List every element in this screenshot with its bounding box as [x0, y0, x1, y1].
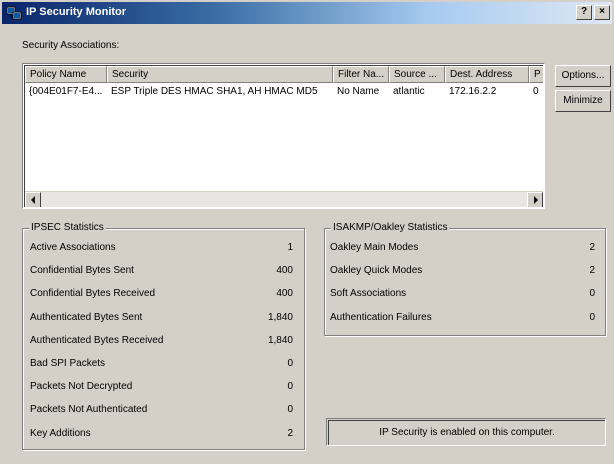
- cell-filter-name: No Name: [337, 86, 380, 97]
- isakmp-stat-label: Authentication Failures: [330, 311, 432, 323]
- ipsec-stat-label: Active Associations: [30, 242, 116, 253]
- minimize-button[interactable]: Minimize: [555, 90, 611, 112]
- cell-dest-address: 172.16.2.2: [449, 86, 497, 97]
- ipsec-stat-label: Confidential Bytes Sent: [30, 265, 134, 277]
- isakmp-stat-row: Oakley Main Modes 2: [330, 242, 595, 256]
- ipsec-stat-row: Confidential Bytes Sent 400: [30, 265, 293, 279]
- table-row[interactable]: {004E01F7-E4... ESP Triple DES HMAC SHA1…: [25, 85, 543, 100]
- isakmp-stat-value: 0: [589, 311, 595, 323]
- isakmp-stat-row: Oakley Quick Modes 2: [330, 265, 595, 279]
- isakmp-stat-value: 0: [589, 288, 595, 300]
- isakmp-stat-label: Oakley Main Modes: [330, 242, 419, 253]
- ipsec-stat-value: 0: [287, 381, 293, 393]
- ipsec-stat-row: Packets Not Decrypted 0: [30, 381, 293, 395]
- ipsec-stat-value: 1: [287, 242, 293, 253]
- ipsec-stat-row: Confidential Bytes Received 400: [30, 288, 293, 302]
- cell-security: ESP Triple DES HMAC SHA1, AH HMAC MD5: [111, 86, 318, 97]
- isakmp-stat-label: Oakley Quick Modes: [330, 265, 423, 277]
- status-text: IP Security is enabled on this computer.: [328, 420, 605, 445]
- ipsec-stat-row: Active Associations 1: [30, 242, 293, 256]
- scroll-right-button[interactable]: [527, 192, 543, 207]
- cell-policy-name: {004E01F7-E4...: [29, 86, 103, 97]
- security-associations-label: Security Associations:: [22, 40, 120, 51]
- column-filter-name[interactable]: Filter Na...: [333, 66, 389, 83]
- ipsec-stat-label: Bad SPI Packets: [30, 358, 106, 369]
- isakmp-statistics-title: ISAKMP/Oakley Statistics: [331, 222, 450, 233]
- arrow-left-icon: [31, 196, 35, 204]
- column-security[interactable]: Security: [107, 66, 333, 83]
- ipsec-stat-value: 400: [276, 288, 293, 300]
- column-source[interactable]: Source ...: [389, 66, 445, 83]
- column-p[interactable]: P: [529, 66, 543, 83]
- security-associations-list[interactable]: Policy Name Security Filter Na... Source…: [22, 63, 545, 209]
- ipsec-stat-label: Authenticated Bytes Received: [30, 334, 164, 346]
- cell-source: atlantic: [393, 86, 425, 97]
- window-title: IP Security Monitor: [26, 6, 127, 18]
- column-policy-name[interactable]: Policy Name: [25, 66, 107, 83]
- isakmp-stat-value: 2: [589, 265, 595, 277]
- ipsec-stat-row: Authenticated Bytes Received 1,840: [30, 335, 293, 349]
- list-header: Policy Name Security Filter Na... Source…: [25, 66, 543, 83]
- ipsec-stat-label: Authenticated Bytes Sent: [30, 311, 143, 323]
- isakmp-stat-value: 2: [589, 242, 595, 253]
- ipsec-stat-value: 2: [287, 427, 293, 439]
- ipsec-stat-value: 0: [287, 358, 293, 369]
- scroll-left-button[interactable]: [25, 192, 41, 207]
- ipsec-stat-row: Packets Not Authenticated 0: [30, 404, 293, 418]
- ipsec-stat-label: Packets Not Authenticated: [30, 404, 148, 416]
- close-button[interactable]: ×: [594, 5, 610, 20]
- ipsec-stat-value: 1,840: [267, 311, 293, 323]
- column-dest-address[interactable]: Dest. Address: [445, 66, 529, 83]
- help-button[interactable]: ?: [576, 5, 592, 20]
- ipsec-stat-row: Bad SPI Packets 0: [30, 358, 293, 372]
- title-bar[interactable]: IP Security Monitor ? ×: [2, 2, 612, 24]
- ipsec-stat-value: 0: [287, 404, 293, 416]
- horizontal-scrollbar[interactable]: [25, 191, 543, 207]
- app-icon: [6, 6, 22, 20]
- ipsec-stat-label: Confidential Bytes Received: [30, 288, 156, 300]
- status-panel: IP Security is enabled on this computer.: [326, 418, 606, 446]
- arrow-right-icon: [534, 196, 538, 204]
- ipsec-stat-value: 1,840: [267, 334, 293, 346]
- ipsec-stat-row: Key Additions 2: [30, 428, 293, 442]
- ipsec-stat-row: Authenticated Bytes Sent 1,840: [30, 312, 293, 326]
- ipsec-stat-label: Key Additions: [30, 427, 91, 439]
- ip-security-monitor-window: IP Security Monitor ? × Security Associa…: [0, 0, 614, 464]
- isakmp-stat-row: Soft Associations 0: [330, 288, 595, 302]
- options-button[interactable]: Options...: [555, 65, 611, 87]
- isakmp-stat-row: Authentication Failures 0: [330, 312, 595, 326]
- ipsec-stat-label: Packets Not Decrypted: [30, 381, 133, 393]
- ipsec-statistics-title: IPSEC Statistics: [29, 222, 106, 233]
- isakmp-stat-label: Soft Associations: [330, 288, 407, 300]
- cell-p: 0: [533, 86, 539, 97]
- ipsec-stat-value: 400: [276, 265, 293, 277]
